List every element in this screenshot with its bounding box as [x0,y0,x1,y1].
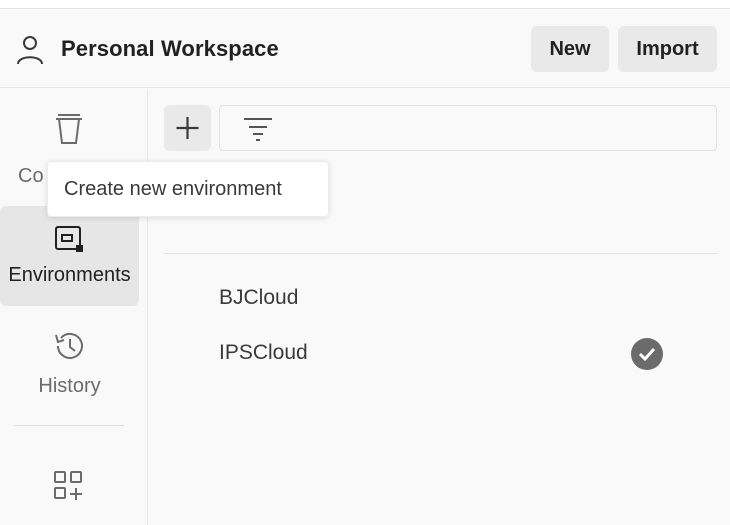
app-window: Personal Workspace New Import Co Environ… [0,0,730,525]
workspace-header: Personal Workspace New Import [0,10,730,88]
filter-icon [242,116,274,147]
history-icon [52,329,86,368]
sidebar: Co Environments History [0,89,148,525]
plus-icon [176,117,199,139]
list-divider [164,253,717,254]
sidebar-divider [14,425,124,426]
user-icon [16,34,44,66]
create-environment-button[interactable] [164,105,211,151]
import-button[interactable]: Import [618,26,717,72]
sidebar-item-label: History [38,375,101,397]
collections-icon [53,113,85,152]
title-bar-strip [0,0,730,9]
sidebar-item-environments[interactable]: Environments [0,206,139,306]
environments-icon [53,224,87,261]
active-check-icon[interactable] [631,338,663,370]
workspace-title[interactable]: Personal Workspace [61,36,279,62]
tooltip: Create new environment [47,161,329,217]
sidebar-item-history[interactable]: History [0,325,139,405]
new-button[interactable]: New [531,26,609,72]
sidebar-item-label: Environments [8,264,131,286]
filter-input[interactable] [219,105,717,151]
configure-workbench-icon[interactable] [52,469,86,508]
environment-item-bjcloud[interactable]: BJCloud [219,286,298,310]
environment-item-ipscloud[interactable]: IPSCloud [219,341,308,365]
sidebar-item-label: Co [18,165,44,187]
